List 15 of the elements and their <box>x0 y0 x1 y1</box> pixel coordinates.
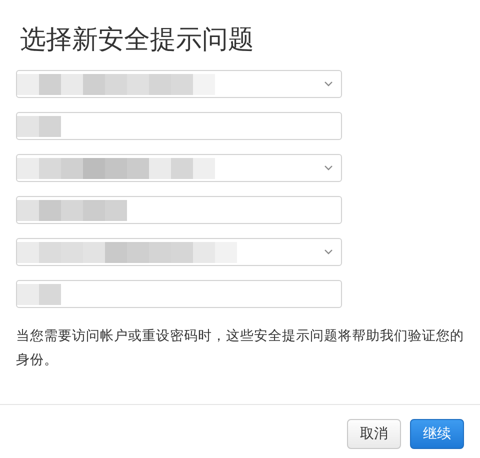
answer-field[interactable] <box>16 196 342 224</box>
cancel-button[interactable]: 取消 <box>347 419 401 449</box>
help-text: 当您需要访问帐户或重设密码时，这些安全提示问题将帮助我们验证您的身份。 <box>16 327 465 370</box>
continue-button[interactable]: 继续 <box>410 419 464 449</box>
question-dropdown[interactable] <box>16 154 342 182</box>
chevron-down-icon <box>324 249 333 255</box>
question-dropdown[interactable] <box>16 70 342 98</box>
question-dropdown[interactable] <box>16 238 342 266</box>
chevron-down-icon <box>324 165 333 171</box>
pixelated-text-drawing <box>17 284 61 304</box>
answer-field[interactable] <box>16 280 342 308</box>
page-title: 选择新安全提示问题 <box>20 24 255 57</box>
pixelated-text-drawing <box>17 116 61 136</box>
chevron-down-icon <box>324 81 333 87</box>
answer-field[interactable] <box>16 112 342 140</box>
